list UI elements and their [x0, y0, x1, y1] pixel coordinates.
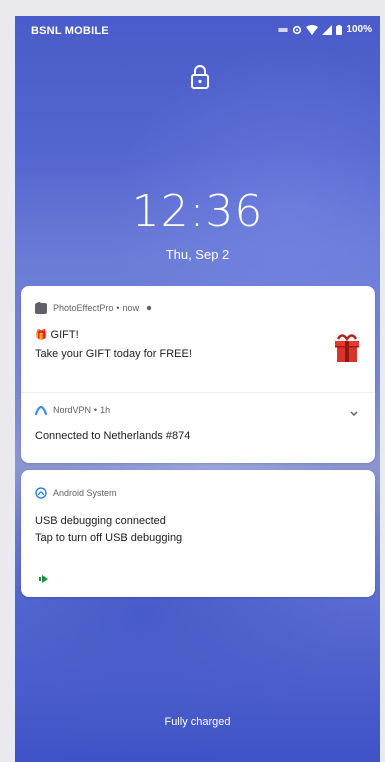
status-icons: 100% — [278, 24, 372, 35]
notification-time: 1h — [100, 405, 111, 415]
photo-app-icon — [35, 302, 47, 314]
clock-date: Thu, Sep 2 — [165, 247, 230, 262]
notification-body: Tap to turn off USB debugging — [35, 532, 183, 544]
notification-group[interactable]: PhotoEffectPro • now 🎁 GIFT! Take your G… — [21, 286, 375, 463]
notification-body: Take your GIFT today for FREE! — [35, 348, 192, 360]
wifi-icon — [306, 24, 319, 35]
lock-screen: BSNL MOBILE 100% 12:36 Thu, Sep 2 PhotoE… — [15, 16, 380, 762]
notification-time: now — [122, 303, 140, 313]
separator: • — [116, 303, 120, 313]
notification-header: PhotoEffectPro • now — [35, 302, 153, 314]
notification-card[interactable]: Android System USB debugging connected T… — [21, 470, 375, 597]
signal-icon — [322, 24, 333, 35]
carrier-name: BSNL MOBILE — [31, 25, 109, 37]
separator: • — [94, 405, 98, 415]
notification-title: 🎁 GIFT! — [35, 329, 79, 341]
notification-header: NordVPN • 1h — [35, 404, 110, 416]
gift-box-image — [335, 334, 359, 362]
charging-status: Fully charged — [164, 716, 231, 728]
battery-percent: 100% — [346, 24, 372, 35]
status-bar: BSNL MOBILE 100% — [15, 16, 380, 44]
alert-dot-icon — [146, 305, 152, 311]
chevron-down-icon[interactable] — [349, 410, 359, 418]
notification-body: Connected to Netherlands #874 — [35, 430, 191, 442]
app-name: Android System — [53, 488, 117, 498]
divider — [21, 392, 375, 393]
sync-icon — [293, 25, 302, 34]
notification-title: USB debugging connected — [35, 515, 166, 527]
android-system-icon — [35, 487, 47, 499]
lock-icon[interactable] — [189, 64, 211, 90]
usb-action-icon[interactable] — [39, 574, 49, 584]
link-icon — [278, 27, 289, 32]
gift-emoji-icon: 🎁 — [35, 330, 48, 341]
app-name: NordVPN — [53, 405, 92, 415]
app-name: PhotoEffectPro — [53, 303, 114, 313]
clock-time: 12:36 — [131, 186, 264, 237]
notification-header: Android System — [35, 487, 117, 499]
nordvpn-icon — [35, 405, 47, 416]
battery-icon — [336, 24, 343, 35]
